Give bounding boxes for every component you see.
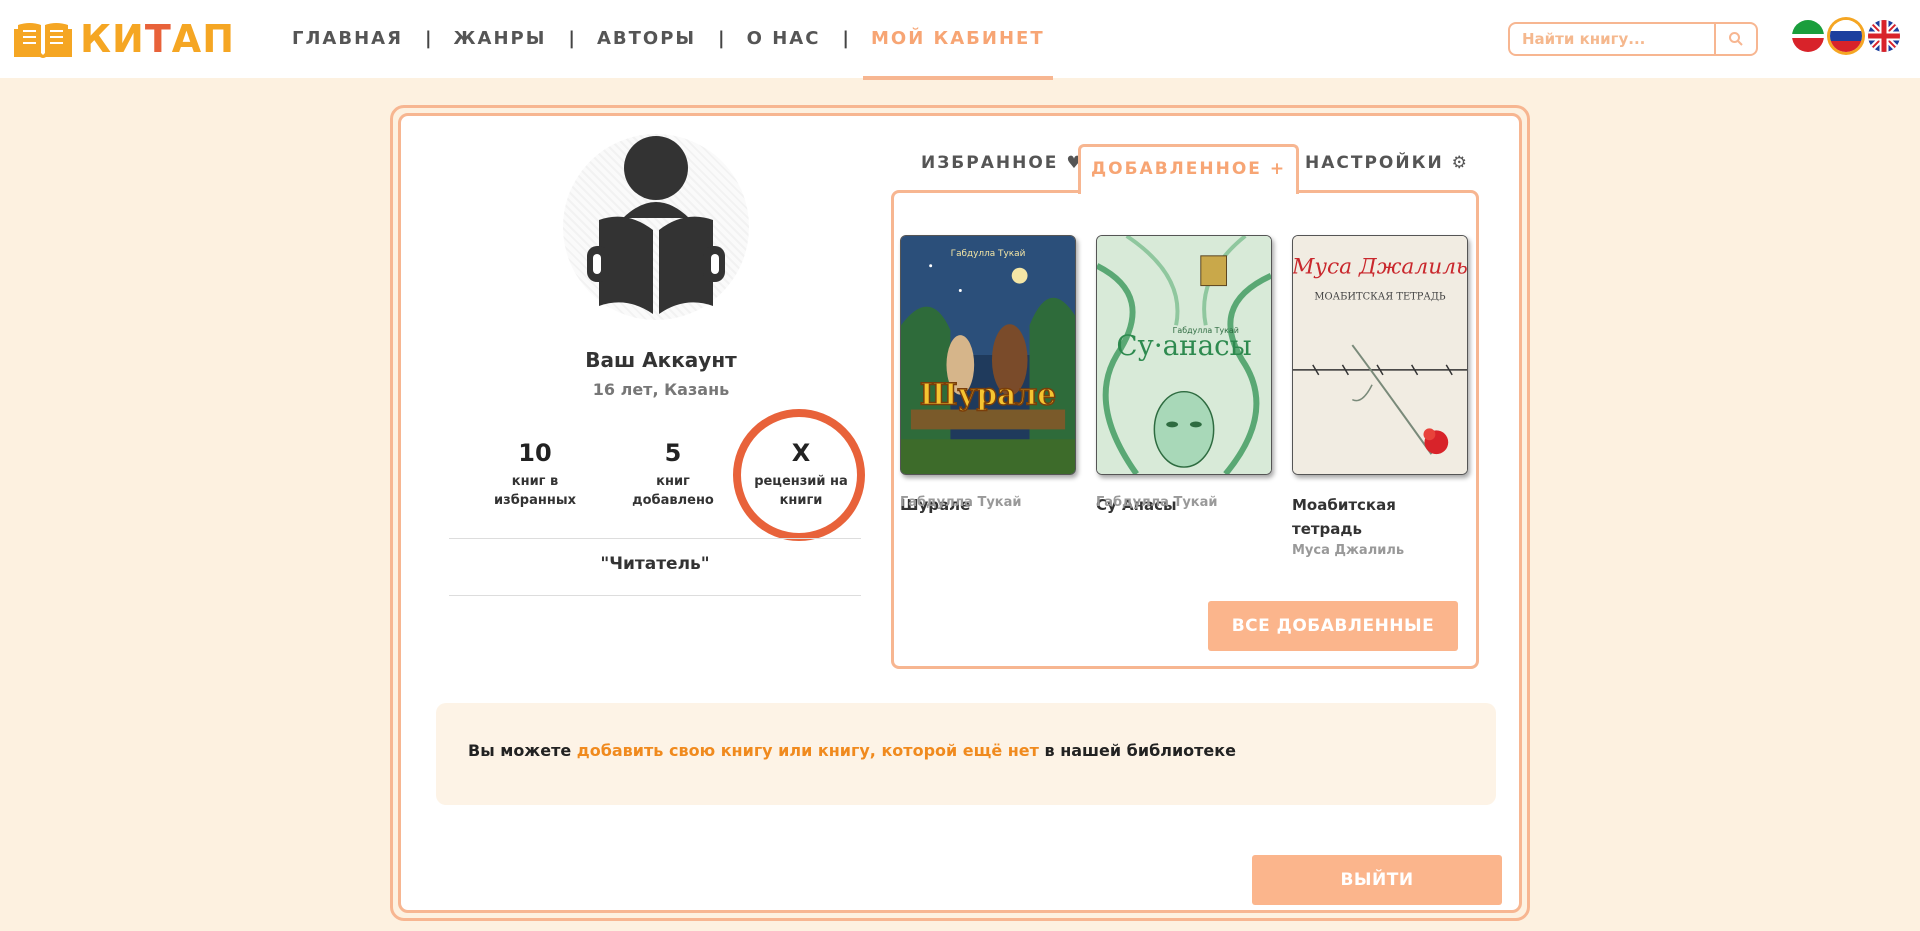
stat-label: книг добавлено xyxy=(632,474,714,508)
svg-text:Шурале: Шурале xyxy=(920,378,1056,413)
stat-reviews: X рецензий на книги xyxy=(741,438,861,510)
nav-item-about[interactable]: О НАС xyxy=(747,26,821,78)
tab-added[interactable]: ДОБАВЛЕННОЕ + xyxy=(1078,144,1300,194)
user-role: "Читатель" xyxy=(600,554,710,574)
tatarstan-flag-icon[interactable] xyxy=(1792,20,1824,52)
stat-value: X xyxy=(791,439,811,467)
tab-settings[interactable]: НАСТРОЙКИ ⚙ xyxy=(1305,153,1469,173)
brand-name: КИТАП xyxy=(80,17,236,61)
nav-separator: | xyxy=(424,28,432,49)
search-input[interactable] xyxy=(1508,22,1716,56)
nav-separator: | xyxy=(718,28,725,49)
book-author: Габдулла Тукай xyxy=(1096,495,1218,510)
open-book-icon xyxy=(14,23,72,58)
svg-text:Габдулла Тукай: Габдулла Тукай xyxy=(951,249,1026,259)
added-books-panel: Шурале Габдулла Тукай Шурале Габдулла Ту… xyxy=(891,190,1479,669)
all-added-button[interactable]: ВСЕ ДОБАВЛЕННЫЕ xyxy=(1208,601,1458,651)
book-cover[interactable]: Муса Джалиль МОАБИТСКАЯ ТЕТРАДЬ xyxy=(1292,235,1468,475)
svg-text:Муса Джалиль: Муса Джалиль xyxy=(1293,255,1467,280)
account-panel: Ваш Аккаунт 16 лет, Казань 10 книг в избр… xyxy=(398,113,1522,913)
book-card[interactable]: Су·анасы Габдулла Тукай Су Анасы Габдулл… xyxy=(1096,235,1272,514)
nav-item-authors[interactable]: АВТОРЫ xyxy=(597,26,696,78)
nav-item-genres[interactable]: ЖАНРЫ xyxy=(454,26,547,78)
book-author: Габдулла Тукай xyxy=(900,495,1022,510)
stat-added: 5 книг добавлено xyxy=(613,438,733,510)
stat-label: рецензий на книги xyxy=(754,474,848,508)
uk-flag-icon[interactable] xyxy=(1868,20,1900,52)
profile-meta: 16 лет, Казань xyxy=(592,380,730,399)
svg-text:Габдулла Тукай: Габдулла Тукай xyxy=(1173,326,1239,335)
stat-favorites: 10 книг в избранных xyxy=(475,438,595,510)
tab-favorites[interactable]: ИЗБРАННОЕ ♥ xyxy=(921,153,1084,173)
language-switcher xyxy=(1792,20,1900,52)
info-text: Вы можете добавить свою книгу или книгу,… xyxy=(468,741,1236,760)
search-icon xyxy=(1729,32,1743,46)
brand-logo[interactable]: КИТАП xyxy=(14,18,235,60)
avatar xyxy=(563,134,749,320)
nav-separator: | xyxy=(568,28,575,49)
main-nav: ГЛАВНАЯ | ЖАНРЫ | АВТОРЫ | О НАС | МОЙ К… xyxy=(292,26,1053,80)
profile-name: Ваш Аккаунт xyxy=(585,348,737,372)
logout-button[interactable]: ВЫЙТИ xyxy=(1252,855,1502,905)
add-book-link[interactable]: добавить свою книгу или книгу, которой е… xyxy=(577,741,1039,760)
book-title[interactable]: Моабитская тетрадь xyxy=(1292,493,1468,541)
stat-value: 5 xyxy=(664,439,682,467)
search-box xyxy=(1508,22,1758,56)
nav-item-home[interactable]: ГЛАВНАЯ xyxy=(292,26,403,78)
stat-value: 10 xyxy=(518,439,552,467)
nav-item-my-account[interactable]: МОЙ КАБИНЕТ xyxy=(863,26,1053,80)
account-frame: Ваш Аккаунт 16 лет, Казань 10 книг в избр… xyxy=(390,105,1530,921)
nav-separator: | xyxy=(842,28,849,49)
stat-label: книг в избранных xyxy=(494,474,576,508)
svg-text:МОАБИТСКАЯ ТЕТРАДЬ: МОАБИТСКАЯ ТЕТРАДЬ xyxy=(1314,291,1445,302)
divider xyxy=(449,538,861,539)
search-button[interactable] xyxy=(1716,22,1758,56)
reader-avatar-icon xyxy=(587,136,725,314)
book-card[interactable]: Муса Джалиль МОАБИТСКАЯ ТЕТРАДЬ Моабитск… xyxy=(1292,235,1468,561)
site-header: КИТАП ГЛАВНАЯ | ЖАНРЫ | АВТОРЫ | О НАС |… xyxy=(0,0,1920,80)
book-cover[interactable]: Шурале Габдулла Тукай xyxy=(900,235,1076,475)
book-cover[interactable]: Су·анасы Габдулла Тукай xyxy=(1096,235,1272,475)
book-card[interactable]: Шурале Габдулла Тукай Шурале Габдулла Ту… xyxy=(900,235,1076,514)
divider xyxy=(449,595,861,596)
russia-flag-icon[interactable] xyxy=(1830,20,1862,52)
info-box: Вы можете добавить свою книгу или книгу,… xyxy=(436,703,1496,805)
book-author: Муса Джалиль xyxy=(1292,543,1405,558)
